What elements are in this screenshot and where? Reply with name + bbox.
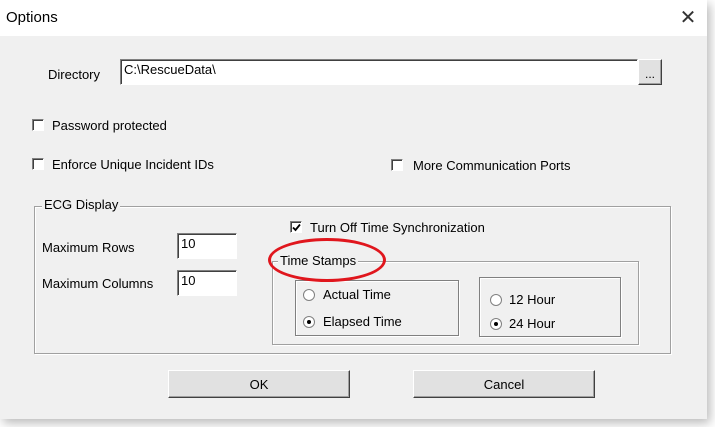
annotation-ellipse [268, 238, 386, 282]
max-columns-input[interactable]: 10 [177, 270, 237, 296]
elapsed-time-radio[interactable] [303, 316, 315, 328]
max-rows-input[interactable]: 10 [177, 233, 237, 259]
elapsed-time-label: Elapsed Time [323, 314, 402, 329]
max-columns-label: Maximum Columns [42, 276, 154, 291]
enforce-unique-ids-checkbox[interactable] [32, 158, 44, 170]
directory-label: Directory [48, 67, 101, 82]
screenshot-stage: Options ✕ Directory C:\RescueData\ ... P… [0, 0, 715, 427]
enforce-unique-ids-label: Enforce Unique Incident IDs [52, 157, 214, 172]
24-hour-radio[interactable] [490, 318, 502, 330]
actual-time-label: Actual Time [323, 287, 391, 302]
turn-off-sync-label: Turn Off Time Synchronization [310, 220, 485, 235]
ok-button[interactable]: OK [168, 370, 350, 398]
12-hour-label: 12 Hour [509, 292, 556, 307]
options-dialog: Options ✕ Directory C:\RescueData\ ... P… [0, 0, 707, 419]
browse-button[interactable]: ... [638, 59, 662, 85]
24-hour-label: 24 Hour [509, 316, 556, 331]
close-icon[interactable]: ✕ [669, 0, 707, 36]
12-hour-radio[interactable] [490, 294, 502, 306]
title-bar: Options ✕ [0, 0, 707, 36]
cancel-button[interactable]: Cancel [413, 370, 595, 398]
turn-off-sync-checkbox[interactable] [290, 221, 302, 233]
more-comm-ports-label: More Communication Ports [413, 158, 571, 173]
more-comm-ports-checkbox[interactable] [391, 159, 403, 171]
max-rows-label: Maximum Rows [42, 240, 135, 255]
checkmark-icon [292, 223, 301, 232]
actual-time-radio[interactable] [303, 289, 315, 301]
password-protected-label: Password protected [52, 118, 167, 133]
password-protected-checkbox[interactable] [32, 119, 44, 131]
ecg-display-group-title: ECG Display [42, 197, 121, 212]
directory-input[interactable]: C:\RescueData\ [120, 59, 638, 85]
window-title: Options [6, 9, 58, 26]
